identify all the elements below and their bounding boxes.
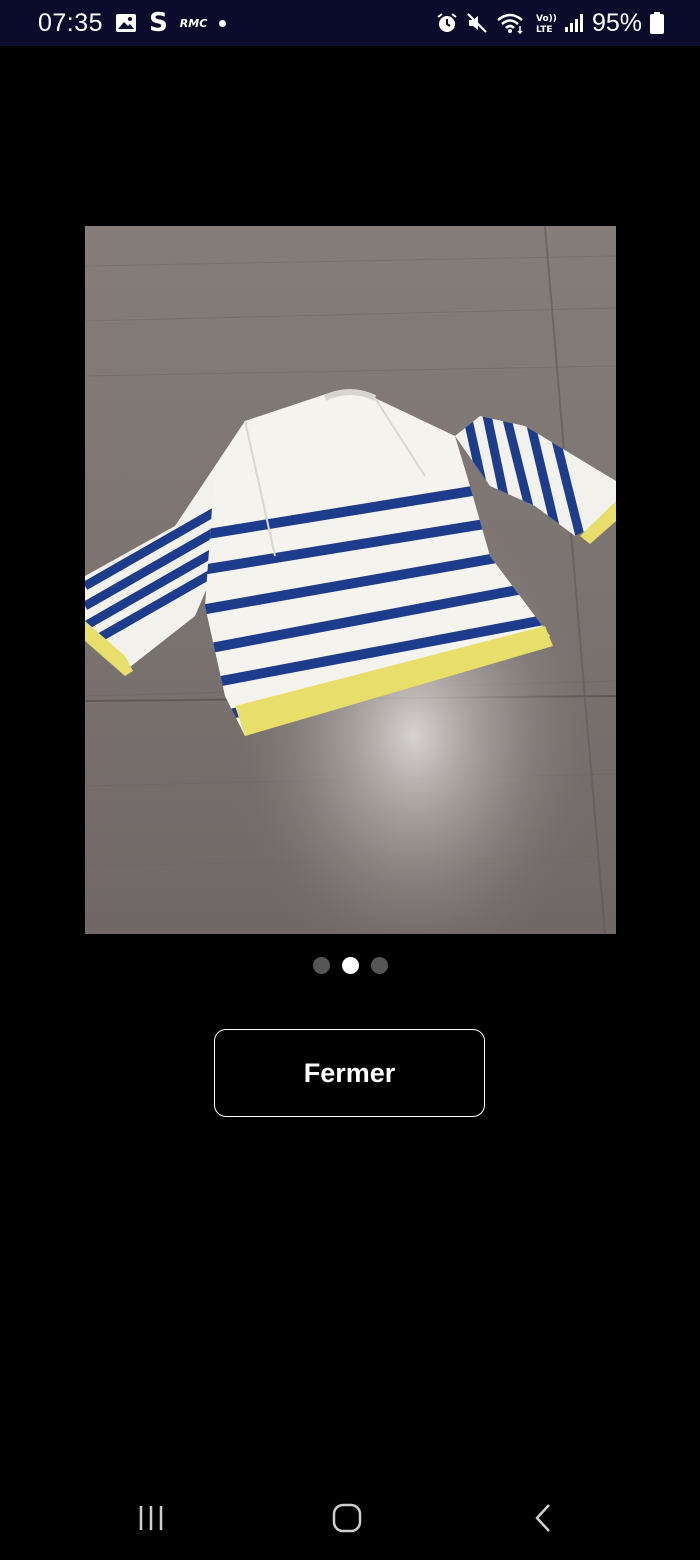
status-left: 07:35 S RMC [38, 0, 227, 46]
back-icon [535, 1504, 550, 1532]
pager-dot-active[interactable] [341, 956, 359, 974]
gallery-icon [115, 13, 137, 33]
battery-icon [650, 12, 664, 34]
striped-sweater-image [85, 226, 616, 934]
volte-icon: Vo)) LTE [534, 11, 556, 35]
pager-dot[interactable] [312, 956, 330, 974]
mute-icon [466, 12, 488, 34]
pager-indicator [0, 956, 700, 974]
notification-dot-icon [219, 19, 227, 27]
recents-button[interactable] [121, 1498, 181, 1538]
back-button[interactable] [513, 1498, 573, 1538]
system-nav-bar [0, 1480, 700, 1560]
svg-text:Vo)): Vo)) [536, 14, 556, 24]
close-button[interactable]: Fermer [214, 1029, 485, 1117]
alarm-icon [436, 12, 458, 34]
home-icon [332, 1503, 362, 1533]
home-button[interactable] [317, 1498, 377, 1538]
rmc-icon: RMC [179, 16, 208, 30]
status-bar: 07:35 S RMC Vo)) LTE 95% [0, 0, 700, 46]
s-app-icon: S [149, 8, 168, 38]
status-time: 07:35 [38, 8, 104, 37]
svg-text:LTE: LTE [536, 25, 553, 35]
pager-dot[interactable] [370, 956, 388, 974]
battery-percent: 95% [591, 8, 642, 37]
signal-icon [564, 13, 584, 33]
screen: 07:35 S RMC Vo)) LTE 95% Fermer [0, 0, 700, 1560]
product-photo[interactable] [85, 226, 616, 934]
wifi-icon [496, 12, 526, 34]
recents-icon [139, 1506, 163, 1530]
status-right: Vo)) LTE 95% [436, 0, 664, 46]
